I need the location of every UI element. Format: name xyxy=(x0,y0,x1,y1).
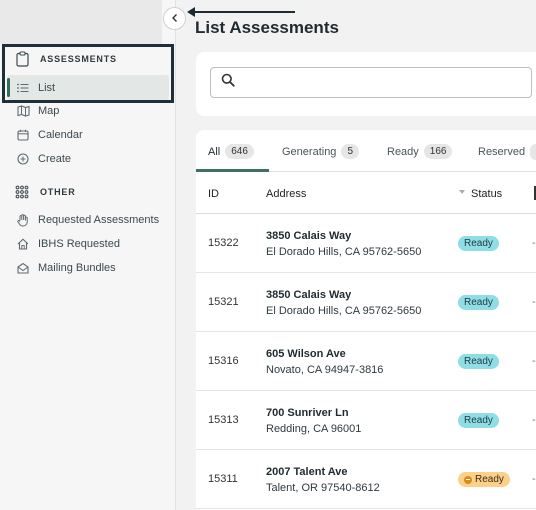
tab-count: 5 xyxy=(341,144,359,159)
search-card xyxy=(196,52,536,116)
row-street: 2007 Talent Ave xyxy=(266,466,348,478)
tab-all[interactable]: All 646 xyxy=(208,144,254,159)
column-header-id[interactable]: ID xyxy=(208,188,219,200)
row-id: 15316 xyxy=(208,355,239,367)
annotation-arrow-shaft xyxy=(191,11,295,13)
status-badge-label: Ready xyxy=(475,474,504,485)
table-header: ID Address Status xyxy=(196,173,536,214)
sidebar-item-label: Create xyxy=(38,153,72,165)
sidebar-item-label: Mailing Bundles xyxy=(38,262,116,274)
table-row[interactable]: 15311 2007 Talent Ave Talent, OR 97540-8… xyxy=(196,450,536,509)
row-street: 3850 Calais Way xyxy=(266,230,352,242)
chevron-left-icon xyxy=(171,10,179,28)
section-header-assessments: ASSESSMENTS xyxy=(14,51,117,67)
tab-label: All xyxy=(208,145,221,158)
row-extra: - xyxy=(532,237,536,249)
sidebar-item-calendar[interactable]: Calendar xyxy=(16,127,83,143)
section-title-other: OTHER xyxy=(40,187,76,197)
envelope-open-icon xyxy=(16,261,30,275)
row-city: El Dorado Hills, CA 95762-5650 xyxy=(266,246,422,258)
row-extra: - xyxy=(532,414,536,426)
tab-count: 646 xyxy=(225,144,254,159)
status-badge: Ready xyxy=(458,354,499,369)
grid-dots-icon xyxy=(14,184,30,200)
calendar-icon xyxy=(16,128,30,142)
sidebar-collapse-button[interactable] xyxy=(163,7,186,30)
column-header-address[interactable]: Address xyxy=(266,188,306,200)
main-content: List Assessments All 646 Generating 5 Re… xyxy=(176,0,536,510)
table-row[interactable]: 15322 3850 Calais Way El Dorado Hills, C… xyxy=(196,214,536,273)
sidebar-item-label: IBHS Requested xyxy=(38,238,120,250)
sidebar-item-ibhs-requested[interactable]: IBHS Requested xyxy=(16,236,120,252)
row-city: Redding, CA 96001 xyxy=(266,423,362,435)
table-row[interactable]: 15313 700 Sunriver Ln Redding, CA 96001 … xyxy=(196,391,536,450)
sidebar-item-list[interactable]: List xyxy=(16,80,55,96)
tab-reserved[interactable]: Reserved xyxy=(478,144,536,160)
tab-ready[interactable]: Ready 166 xyxy=(387,144,453,159)
map-icon xyxy=(16,104,30,118)
sidebar-header xyxy=(0,0,162,44)
list-icon xyxy=(16,81,30,95)
sidebar-item-mailing-bundles[interactable]: Mailing Bundles xyxy=(16,260,116,276)
tab-label: Reserved xyxy=(478,146,526,158)
table-row[interactable]: 15321 3850 Calais Way El Dorado Hills, C… xyxy=(196,273,536,332)
sidebar-item-label: Calendar xyxy=(38,129,83,141)
plus-circle-icon xyxy=(16,152,30,166)
sidebar-item-label: List xyxy=(38,82,56,94)
row-city: Novato, CA 94947-3816 xyxy=(266,364,384,376)
table-row[interactable]: 15316 605 Wilson Ave Novato, CA 94947-38… xyxy=(196,332,536,391)
sidebar-item-label: Map xyxy=(38,105,60,117)
sidebar-item-map[interactable]: Map xyxy=(16,103,59,119)
row-id: 15311 xyxy=(208,473,238,485)
sidebar-item-label: Requested Assessments xyxy=(38,214,160,226)
section-header-other: OTHER xyxy=(14,184,76,200)
clipboard-icon xyxy=(14,51,30,67)
hand-icon xyxy=(16,213,30,227)
column-header-status[interactable]: Status xyxy=(471,188,502,200)
sidebar: ASSESSMENTS List Map Calendar Create OTH… xyxy=(0,0,176,510)
row-extra: - xyxy=(532,296,536,308)
house-icon xyxy=(16,237,30,251)
sidebar-item-requested-assessments[interactable]: Requested Assessments xyxy=(16,212,159,228)
search-field[interactable] xyxy=(210,67,532,98)
active-tab-underline xyxy=(196,169,269,172)
row-street: 700 Sunriver Ln xyxy=(266,407,349,419)
assessments-table-card: All 646 Generating 5 Ready 166 Reserved … xyxy=(196,130,536,510)
annotation-arrow-head xyxy=(187,7,195,17)
row-id: 15313 xyxy=(208,414,239,426)
status-tabs: All 646 Generating 5 Ready 166 Reserved xyxy=(196,130,536,172)
status-badge: Ready xyxy=(458,236,499,251)
search-icon xyxy=(221,73,235,92)
row-extra: - xyxy=(532,473,536,485)
page-title: List Assessments xyxy=(195,18,339,37)
status-badge-warning: Ready xyxy=(458,472,510,487)
row-city: Talent, OR 97540-8612 xyxy=(266,482,380,494)
row-id: 15321 xyxy=(208,296,239,308)
section-title-assessments: ASSESSMENTS xyxy=(40,54,117,64)
row-street: 3850 Calais Way xyxy=(266,289,352,301)
sidebar-item-create[interactable]: Create xyxy=(16,151,71,167)
row-id: 15322 xyxy=(208,237,239,249)
row-extra: - xyxy=(532,355,536,367)
status-badge: Ready xyxy=(458,413,499,428)
tab-label: Generating xyxy=(282,145,337,158)
tab-count: 166 xyxy=(423,144,453,159)
tab-count xyxy=(530,144,536,160)
sort-caret-icon[interactable] xyxy=(459,190,465,194)
status-badge: Ready xyxy=(458,295,499,310)
tab-label: Ready xyxy=(387,145,419,158)
tab-generating[interactable]: Generating 5 xyxy=(282,144,359,159)
row-street: 605 Wilson Ave xyxy=(266,348,346,360)
warning-icon xyxy=(464,475,472,484)
row-city: El Dorado Hills, CA 95762-5650 xyxy=(266,305,422,317)
search-input[interactable] xyxy=(241,70,521,95)
active-indicator xyxy=(7,78,10,97)
